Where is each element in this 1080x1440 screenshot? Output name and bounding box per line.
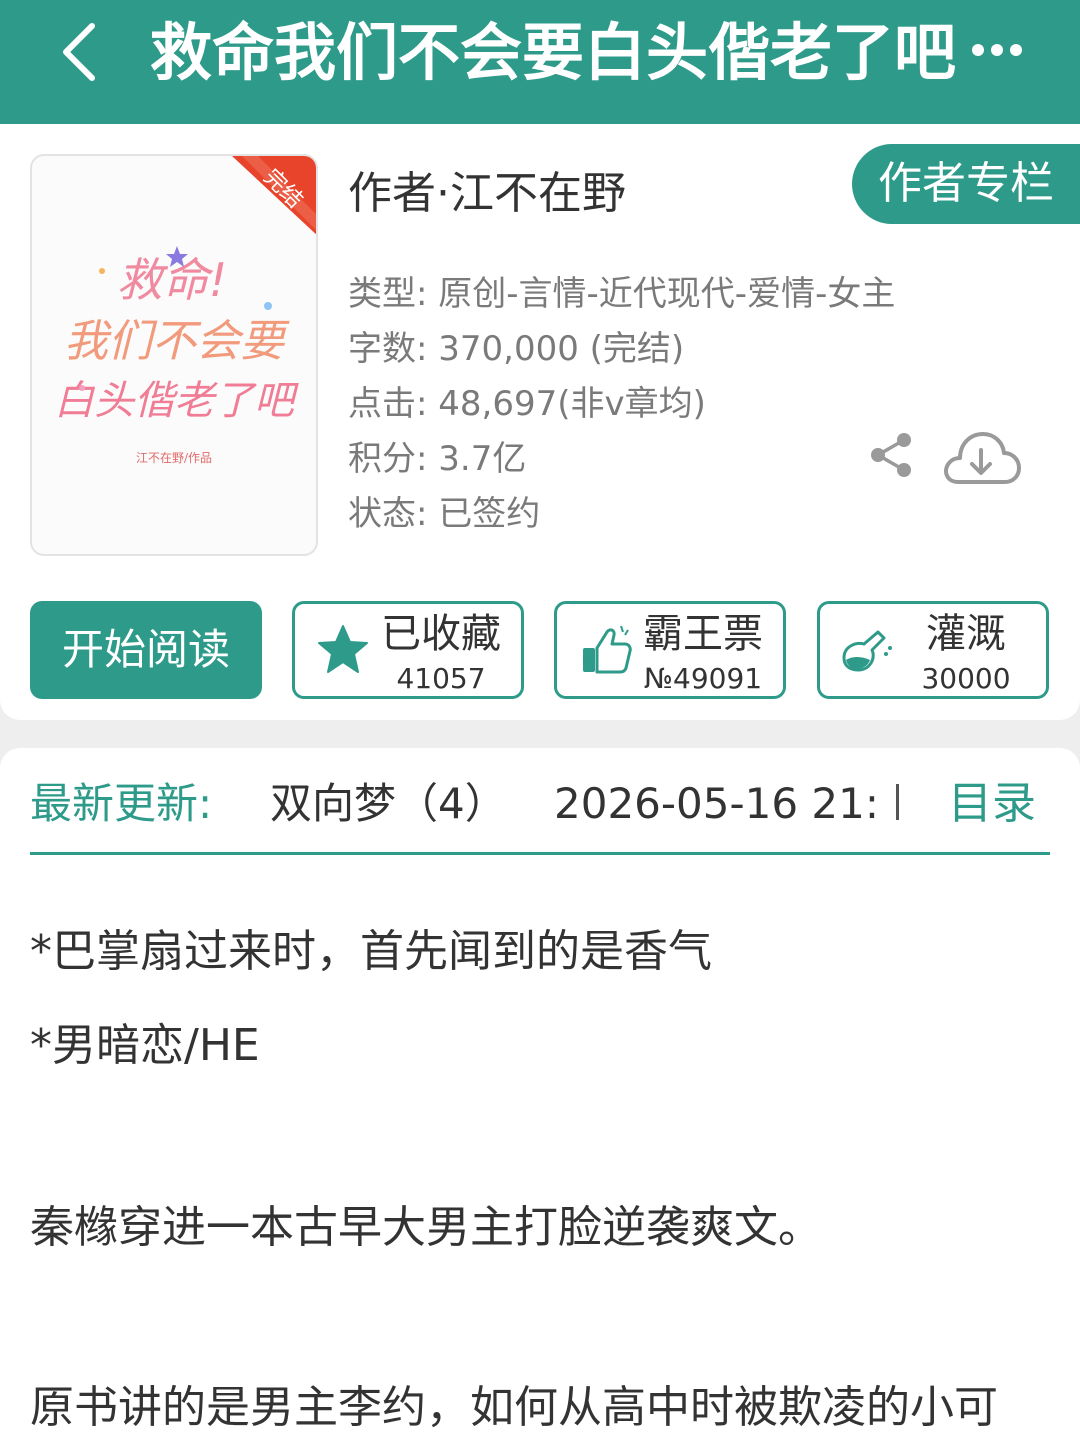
- start-reading-button[interactable]: 开始阅读: [30, 601, 262, 699]
- share-icon[interactable]: [866, 430, 916, 480]
- meta-score: 积分: 3.7亿: [348, 439, 527, 479]
- description-line: 秦橼穿进一本古早大男主打脸逆袭爽文。: [30, 1202, 822, 1253]
- cover-credit: 江不在野/作品: [136, 451, 212, 465]
- latest-update-label: 最新更新:: [30, 779, 213, 828]
- description-line: *男暗恋/HE: [30, 1020, 260, 1071]
- meta-word-count: 字数: 370,000 (完结): [348, 329, 685, 369]
- meta-status: 状态: 已签约: [348, 494, 541, 534]
- cover-title-line-3: 白头偕老了吧: [54, 378, 299, 424]
- top-bar: 救命我们不会要白头偕老了吧: [0, 0, 1080, 124]
- meta-clicks: 点击: 48,697(非v章均): [348, 384, 706, 424]
- author-column-button[interactable]: 作者专栏: [852, 144, 1080, 224]
- cloud-download-icon[interactable]: [940, 428, 1022, 488]
- meta-type: 类型: 原创-言情-近代现代-爱情-女主: [348, 274, 896, 314]
- vote-label: 霸王票: [643, 611, 763, 657]
- vote-button[interactable]: 霸王票 №49091: [554, 601, 786, 699]
- water-label: 灌溉: [926, 611, 1006, 657]
- collect-button[interactable]: 已收藏 41057: [292, 601, 524, 699]
- water-button[interactable]: 灌溉 30000: [817, 601, 1049, 699]
- star-icon: [315, 622, 371, 678]
- thumbs-up-icon: [577, 622, 633, 678]
- collect-count: 41057: [396, 662, 486, 695]
- author-name[interactable]: 作者·江不在野: [348, 164, 626, 224]
- chevron-left-icon[interactable]: [52, 18, 112, 88]
- description-line: *巴掌扇过来时，首先闻到的是香气: [30, 926, 712, 977]
- cover-title-line-2: 我们不会要: [64, 316, 290, 367]
- watering-flask-icon: [840, 622, 896, 678]
- more-dots-icon[interactable]: [968, 30, 1028, 70]
- table-of-contents-link[interactable]: 目录: [948, 776, 1036, 832]
- book-info-card: 完结 救命! 我们不会要 白头偕老了吧 江不在野/作品 作者·江不在野 作者专栏…: [0, 124, 1080, 720]
- latest-update-bar: 最新更新: 双向梦（4） 2026-05-16 21:1 目录: [0, 748, 1080, 884]
- latest-update-time: 2026-05-16 21:1: [554, 779, 880, 828]
- water-count: 30000: [921, 662, 1011, 695]
- description-line: 原书讲的是男主李约，如何从高中时被欺凌的小可: [30, 1382, 998, 1433]
- underline-divider: [30, 852, 1050, 855]
- vote-count: №49091: [643, 662, 763, 695]
- latest-chapter-link[interactable]: 双向梦（4）: [270, 776, 540, 832]
- page-title: 救命我们不会要白头偕老了吧: [150, 16, 957, 89]
- book-cover[interactable]: 完结 救命! 我们不会要 白头偕老了吧 江不在野/作品: [30, 154, 318, 556]
- collect-label: 已收藏: [381, 611, 501, 657]
- divider: [896, 784, 899, 820]
- book-description: *巴掌扇过来时，首先闻到的是香气 *男暗恋/HE 秦橼穿进一本古早大男主打脸逆袭…: [0, 884, 1080, 1440]
